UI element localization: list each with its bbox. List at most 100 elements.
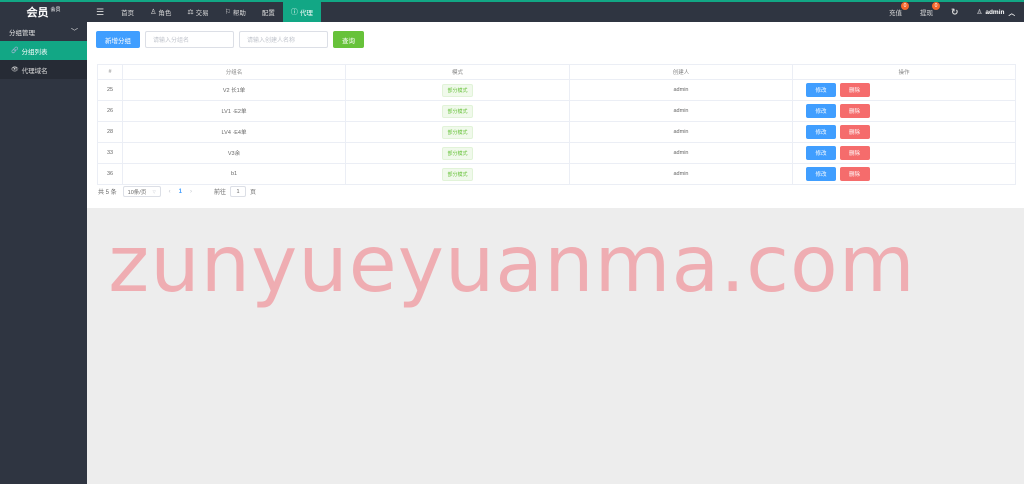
refresh-button[interactable]: ↻ [942,2,968,22]
sidebar-item-group-list[interactable]: 🔗 分组列表 [0,41,87,60]
mode-tag: 部分模式 [442,125,473,139]
cell-name: LV4 ·E4单 [122,121,346,143]
cell-id: 33 [97,142,123,164]
cell-actions: 修改 删除 [792,121,1016,143]
nav-item-label: 角色 [158,10,172,17]
goto-label: 前往 [214,190,227,196]
user-name: admin [985,8,1005,16]
cell-mode: 部分模式 [345,121,570,143]
recharge-badge: 0 [900,2,909,10]
table-row: 25 V2 长1单 部分模式 admin 修改 删除 [97,79,1016,101]
sidebar-group-label: 分组管理 [9,29,35,37]
add-group-button[interactable]: 新增分组 [96,31,140,48]
cell-id: 25 [97,79,123,101]
cell-name: LV1 ·E2单 [122,100,346,122]
delete-button[interactable]: 删除 [839,104,870,118]
cell-creator: admin [569,121,793,143]
cell-id: 36 [97,163,123,185]
cell-creator: admin [569,163,793,185]
next-page-button[interactable]: › [190,189,192,195]
group-name-input[interactable]: 请输入分组名 [145,31,234,48]
creator-name-input[interactable]: 请输入创建人名称 [239,31,328,48]
delete-button[interactable]: 删除 [839,167,870,181]
cell-actions: 修改 删除 [792,163,1016,185]
nav-item-config[interactable]: 配置 [254,2,283,22]
cell-mode: 部分模式 [345,163,570,185]
user-menu[interactable]: ♙ admin ︿ [968,2,1024,22]
table-row: 33 V3余 部分模式 admin 修改 删除 [97,142,1016,164]
watermark-text: zunyueyuanma.com [108,220,916,310]
user-icon: ♙ [976,9,983,16]
chevron-down-icon: ▽ [152,189,156,194]
menu-toggle-button[interactable]: ☰ [87,2,113,22]
cell-name: b1 [122,163,346,185]
col-header-mode: 模式 [345,64,570,80]
table-row: 28 LV4 ·E4单 部分模式 admin 修改 删除 [97,121,1016,143]
edit-button[interactable]: 修改 [806,167,836,181]
cell-mode: 部分模式 [345,142,570,164]
nav-item-home[interactable]: 首页 [113,2,142,22]
nav-item-label: 交易 [195,10,209,17]
content-panel: 新增分组 请输入分组名 请输入创建人名称 查询 # 分组名 模式 创建人 操作 … [87,22,1024,208]
cell-mode: 部分模式 [345,79,570,101]
delete-button[interactable]: 删除 [839,146,870,160]
col-header-name: 分组名 [122,64,346,80]
delete-button[interactable]: 删除 [839,83,870,97]
nav-item-agent[interactable]: ⓘ 代理 [282,2,321,22]
cell-id: 28 [97,121,123,143]
edit-button[interactable]: 修改 [806,83,836,97]
nav-item-label: 代理 [299,10,313,17]
table-row: 36 b1 部分模式 admin 修改 删除 [97,163,1016,185]
page-size-value: 10条/页 [127,189,147,196]
pagination-total: 共 5 条 [98,190,117,196]
nav-item-role[interactable]: ♙ 角色 [142,2,179,22]
cell-mode: 部分模式 [345,100,570,122]
withdraw-link[interactable]: 提现 0 [911,2,942,22]
prev-page-button[interactable]: ‹ [169,189,171,195]
nav-item-help[interactable]: ⚐ 帮助 [217,2,254,22]
cell-actions: 修改 删除 [792,142,1016,164]
brand-title: 会员 [26,7,49,19]
goto-page-input[interactable]: 1 [230,186,247,197]
edit-button[interactable]: 修改 [806,146,836,160]
mode-tag: 部分模式 [442,83,473,97]
hamburger-icon: ☰ [96,6,105,17]
nav-item-label: 配置 [261,10,275,17]
table-header-row: # 分组名 模式 创建人 操作 [97,64,1016,80]
top-navbar: 会员 会员 ☰ 首页 ♙ 角色 ⚖ 交易 ⚐ 帮助 配置 ⓘ 代理 充值 0 提现 0 ↻ ♙… [0,0,1024,22]
chevron-down-icon: ﹀ [71,28,78,36]
info-icon: ⓘ [290,9,298,16]
recharge-link[interactable]: 充值 0 [880,2,911,22]
mode-tag: 部分模式 [442,104,473,118]
sidebar-item-label: 代理域名 [21,67,48,75]
search-button[interactable]: 查询 [333,31,364,48]
withdraw-badge: 0 [931,2,940,10]
page-number-current[interactable]: 1 [179,189,182,195]
edit-button[interactable]: 修改 [806,104,836,118]
brand-sup: 会员 [50,6,61,13]
col-header-creator: 创建人 [569,64,793,80]
delete-button[interactable]: 删除 [839,125,870,139]
withdraw-label: 提现 [919,10,933,17]
sidebar: 分组管理 ﹀ 🔗 分组列表 👁 代理域名 [0,22,87,484]
sidebar-item-agent-domain[interactable]: 👁 代理域名 [0,60,87,79]
cell-actions: 修改 删除 [792,100,1016,122]
col-header-actions: 操作 [792,64,1016,80]
flag-icon: ⚐ [224,9,231,16]
nav-item-trade[interactable]: ⚖ 交易 [179,2,216,22]
toolbar: 新增分组 请输入分组名 请输入创建人名称 查询 [96,31,364,48]
mode-tag: 部分模式 [442,167,473,181]
cell-creator: admin [569,79,793,101]
sidebar-item-label: 分组列表 [21,48,48,56]
cell-actions: 修改 删除 [792,79,1016,101]
eye-icon: 👁 [11,67,19,73]
top-right-actions: 充值 0 提现 0 ↻ ♙ admin ︿ [880,2,1024,22]
col-header-id: # [97,64,123,80]
nav-item-label: 首页 [121,10,135,17]
nav-item-label: 帮助 [232,10,246,17]
refresh-icon: ↻ [950,6,959,17]
page-size-select[interactable]: 10条/页 ▽ [122,186,161,197]
sidebar-group-group-manage[interactable]: 分组管理 ﹀ [0,22,87,41]
scale-icon: ⚖ [187,9,194,16]
edit-button[interactable]: 修改 [806,125,836,139]
